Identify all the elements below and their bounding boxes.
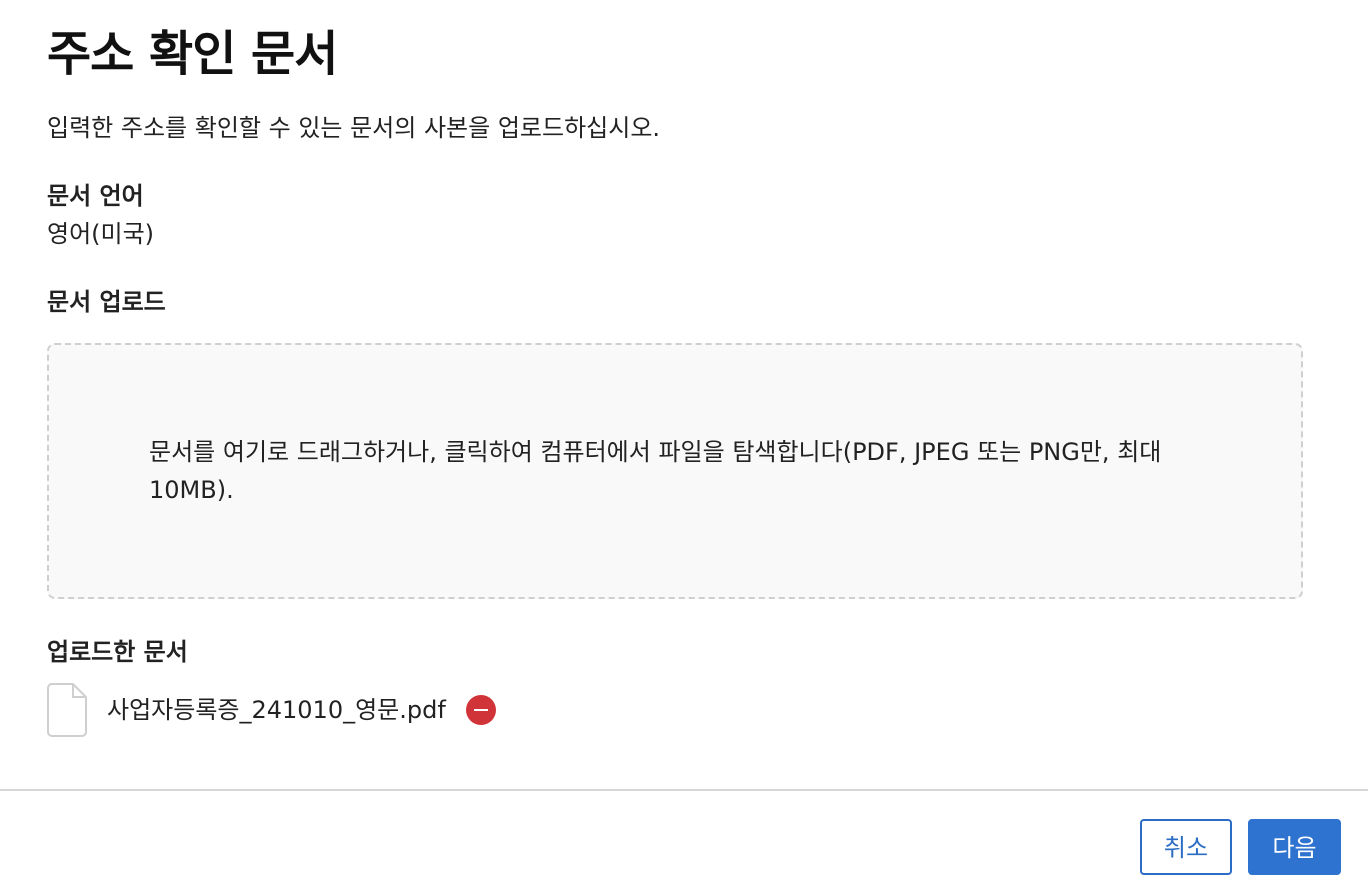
document-language-value: 영어(미국) <box>47 220 155 248</box>
file-icon <box>47 683 87 737</box>
upload-dropzone[interactable]: 문서를 여기로 드래그하거나, 클릭하여 컴퓨터에서 파일을 탐색합니다(PDF… <box>47 343 1303 599</box>
uploaded-documents-label: 업로드한 문서 <box>47 638 188 666</box>
uploaded-file-item: 사업자등록증_241010_영문.pdf <box>47 682 496 738</box>
footer-divider <box>0 789 1368 791</box>
next-button[interactable]: 다음 <box>1248 819 1341 875</box>
page-title: 주소 확인 문서 <box>47 26 338 82</box>
dropzone-instructions: 문서를 여기로 드래그하거나, 클릭하여 컴퓨터에서 파일을 탐색합니다(PDF… <box>149 438 1162 504</box>
remove-circle-icon[interactable] <box>465 695 496 725</box>
document-upload-label: 문서 업로드 <box>47 288 166 316</box>
cancel-button[interactable]: 취소 <box>1140 819 1232 875</box>
uploaded-file-name: 사업자등록증_241010_영문.pdf <box>107 696 446 724</box>
page-subtitle: 입력한 주소를 확인할 수 있는 문서의 사본을 업로드하십시오. <box>47 114 661 142</box>
document-language-label: 문서 언어 <box>47 182 144 210</box>
